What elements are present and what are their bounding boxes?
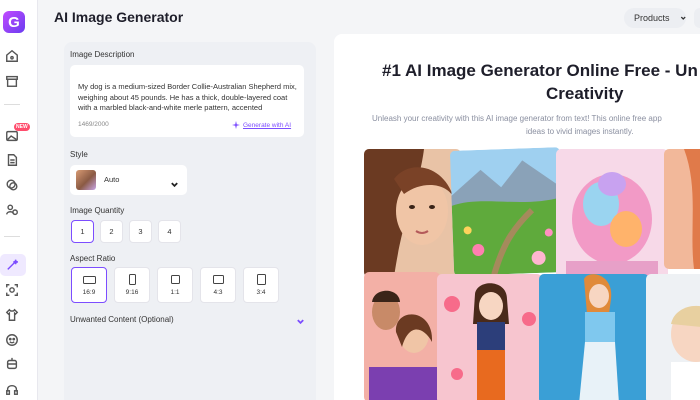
description-textarea[interactable]: My dog is a medium-sized Border Collie-A… xyxy=(70,65,304,137)
archive-icon[interactable] xyxy=(4,73,20,89)
unwanted-content-label[interactable]: Unwanted Content (Optional) xyxy=(70,315,174,324)
hero-subtitle: Unleash your creativity with this AI ima… xyxy=(372,112,700,138)
app-logo[interactable]: G xyxy=(3,11,25,33)
aspect-option-16-9[interactable]: 16:9 xyxy=(71,267,107,303)
sparkle-icon xyxy=(232,121,240,129)
portrait-ratio-icon xyxy=(257,274,266,285)
quantity-option-1[interactable]: 1 xyxy=(71,220,94,243)
sample-image-portrait-woman xyxy=(364,149,461,277)
aspect-option-4-3[interactable]: 4:3 xyxy=(200,267,236,303)
sticker-icon[interactable] xyxy=(4,332,20,348)
aspect-option-label: 4:3 xyxy=(213,289,223,296)
hero-subtitle-line-1: Unleash your creativity with this AI ima… xyxy=(372,114,662,123)
sample-image-fashion-woman xyxy=(539,274,649,400)
left-rail: G NEW xyxy=(0,0,38,400)
description-text[interactable]: My dog is a medium-sized Border Collie-A… xyxy=(78,82,298,114)
description-label: Image Description xyxy=(70,50,135,59)
new-badge: NEW xyxy=(14,123,30,131)
generator-icon[interactable] xyxy=(0,254,26,276)
landscape-ratio-icon xyxy=(83,276,96,284)
aspect-option-label: 16:9 xyxy=(82,289,96,296)
sample-image-couple xyxy=(364,272,440,400)
hero-subtitle-line-2: ideas to vivid images instantly. xyxy=(526,127,634,136)
rail-divider xyxy=(4,104,20,105)
hero-title: #1 AI Image Generator Online Free - Un C… xyxy=(382,59,700,105)
chevron-down-icon xyxy=(680,16,686,20)
sample-image-partial-right xyxy=(664,149,700,269)
people-icon[interactable] xyxy=(4,202,20,218)
layers-icon[interactable] xyxy=(4,177,20,193)
robot-icon[interactable] xyxy=(4,356,20,372)
hero-title-line-2: Creativity xyxy=(546,84,624,103)
products-label: Products xyxy=(634,13,670,23)
character-count: 1469/2000 xyxy=(78,121,109,128)
quantity-option-4[interactable]: 4 xyxy=(158,220,181,243)
hero-section: #1 AI Image Generator Online Free - Un C… xyxy=(334,34,700,400)
sample-image-baby xyxy=(646,274,700,400)
style-thumbnail xyxy=(76,170,96,190)
aspect-option-3-4[interactable]: 3:4 xyxy=(243,267,279,303)
style-value: Auto xyxy=(104,175,120,184)
portrait-ratio-icon xyxy=(129,274,136,285)
chevron-down-icon xyxy=(170,176,179,188)
landscape-ratio-icon xyxy=(213,275,224,284)
square-ratio-icon xyxy=(171,275,180,284)
generate-with-ai-link[interactable]: Generate with AI xyxy=(232,121,291,129)
aspect-option-1-1[interactable]: 1:1 xyxy=(157,267,193,303)
quantity-option-2[interactable]: 2 xyxy=(100,220,123,243)
rail-divider xyxy=(4,236,20,237)
shirt-icon[interactable] xyxy=(4,307,20,323)
aspect-option-label: 9:16 xyxy=(125,289,139,296)
hero-title-line-1: #1 AI Image Generator Online Free - Un xyxy=(382,61,698,80)
home-icon[interactable] xyxy=(4,48,20,64)
chevron-down-icon[interactable] xyxy=(296,313,305,325)
aspect-option-label: 3:4 xyxy=(256,289,266,296)
quantity-option-3[interactable]: 3 xyxy=(129,220,152,243)
page-title: AI Image Generator xyxy=(54,9,184,25)
document-icon[interactable] xyxy=(4,152,20,168)
sample-image-landscape-flowers xyxy=(449,147,565,276)
sample-image-anime-girl xyxy=(437,274,542,400)
generate-with-ai-label: Generate with AI xyxy=(243,121,292,129)
style-select[interactable]: Auto xyxy=(70,165,187,195)
aspect-option-9-16[interactable]: 9:16 xyxy=(114,267,150,303)
style-label: Style xyxy=(70,150,88,159)
aspect-option-label: 1:1 xyxy=(170,289,180,296)
products-dropdown[interactable]: Products xyxy=(624,8,686,28)
face-swap-icon[interactable] xyxy=(4,282,20,298)
quantity-label: Image Quantity xyxy=(70,206,125,215)
sample-image-3d-abstract xyxy=(556,149,668,279)
headphones-icon[interactable] xyxy=(4,381,20,397)
aspect-ratio-label: Aspect Ratio xyxy=(70,254,116,263)
header-extra-button[interactable] xyxy=(694,8,700,28)
